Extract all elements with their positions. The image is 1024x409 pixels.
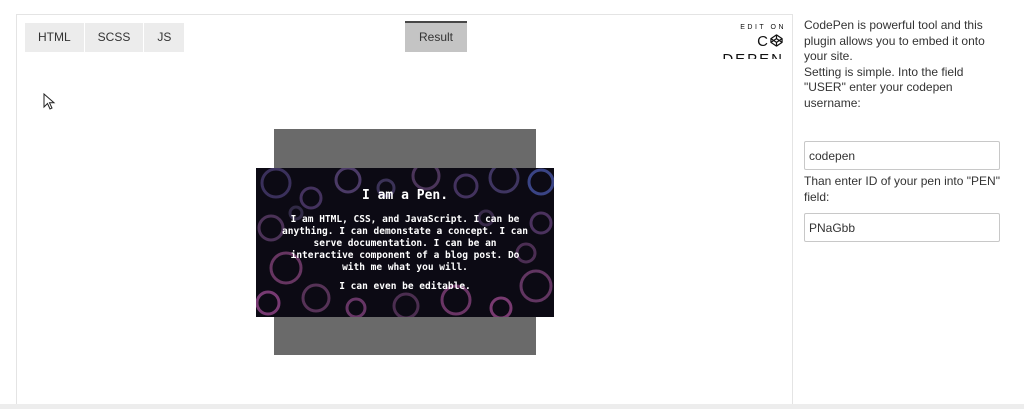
tab-scss[interactable]: SCSS [84, 23, 144, 52]
editor-tabs: HTML SCSS JS [25, 23, 185, 52]
embed-header: HTML SCSS JS Result EDIT ON CDEPEN [17, 15, 792, 68]
pen-field[interactable] [804, 213, 1000, 242]
pen-editable-note: I can even be editable. [339, 281, 471, 292]
codepen-embed: HTML SCSS JS Result EDIT ON CDEPEN [16, 14, 793, 409]
codepen-logo-icon [770, 34, 783, 47]
result-area[interactable]: I am a Pen. I am HTML, CSS, and JavaScri… [17, 59, 792, 409]
tab-result[interactable]: Result [405, 21, 467, 52]
pen-help-text: Than enter ID of your pen into "PEN" fie… [804, 174, 1000, 204]
tab-html[interactable]: HTML [25, 23, 84, 52]
tab-js[interactable]: JS [144, 23, 185, 52]
pen-description: I am HTML, CSS, and JavaScript. I can be… [282, 214, 528, 273]
edit-on-label: EDIT ON [740, 24, 786, 31]
settings-sidebar: CodePen is powerful tool and this plugin… [804, 18, 1000, 242]
setting-text: Setting is simple. Into the field "USER"… [804, 64, 964, 110]
intro-text: CodePen is powerful tool and this plugin… [804, 18, 985, 63]
arrow-cursor-icon [43, 93, 56, 110]
user-field[interactable] [804, 141, 1000, 170]
pen-content: I am a Pen. I am HTML, CSS, and JavaScri… [256, 168, 554, 317]
pen-title: I am a Pen. [361, 188, 449, 203]
horizontal-scrollbar[interactable] [0, 404, 1024, 409]
pen-card: I am a Pen. I am HTML, CSS, and JavaScri… [256, 168, 554, 317]
